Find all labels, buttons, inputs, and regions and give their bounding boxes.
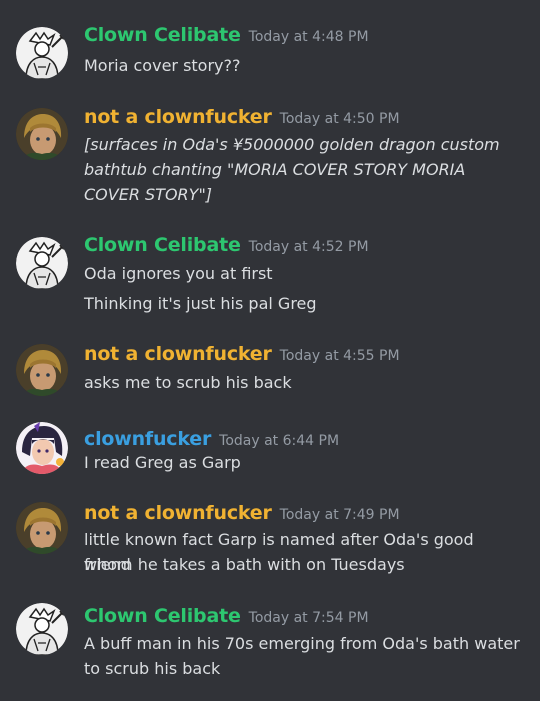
author-name[interactable]: Clown Celibate [84,24,241,46]
avatar-clown-celibate[interactable] [16,27,68,79]
timestamp: Today at 6:44 PM [219,433,340,449]
message-line: bathtub chanting "MORIA COVER STORY MORI… [84,160,466,179]
message-line: COVER STORY"] [84,185,213,204]
message-line: [surfaces in Oda's ¥5000000 golden drago… [84,135,500,154]
avatar-clownfucker[interactable] [16,422,68,474]
message-line: whom he takes a bath with on Tuesdays [84,555,405,574]
author-name[interactable]: not a clownfucker [84,106,272,128]
message-line: Moria cover story?? [84,56,241,75]
author-name[interactable]: clownfucker [84,428,211,450]
author-name[interactable]: not a clownfucker [84,502,272,524]
timestamp: Today at 7:49 PM [279,507,400,523]
avatar-clown-celibate[interactable] [16,237,68,289]
message-line: A buff man in his 70s emerging from Oda'… [84,634,520,653]
author-name[interactable]: not a clownfucker [84,343,272,365]
timestamp: Today at 7:54 PM [248,610,369,626]
message-line: Thinking it's just his pal Greg [84,294,317,313]
author-name[interactable]: Clown Celibate [84,605,241,627]
message-line: I read Greg as Garp [84,453,241,472]
author-name[interactable]: Clown Celibate [84,234,241,256]
message-line: to scrub his back [84,659,221,678]
timestamp: Today at 4:55 PM [279,348,400,364]
message-line: Oda ignores you at first [84,264,273,283]
timestamp: Today at 4:52 PM [248,239,369,255]
message-line: asks me to scrub his back [84,373,292,392]
avatar-not-a-clownfucker[interactable] [16,344,68,396]
avatar-clown-celibate[interactable] [16,603,68,655]
avatar-not-a-clownfucker[interactable] [16,108,68,160]
timestamp: Today at 4:50 PM [279,111,400,127]
chat-log: Clown Celibate Today at 4:48 PM Moria cov… [0,0,540,701]
timestamp: Today at 4:48 PM [248,29,369,45]
avatar-not-a-clownfucker[interactable] [16,502,68,554]
